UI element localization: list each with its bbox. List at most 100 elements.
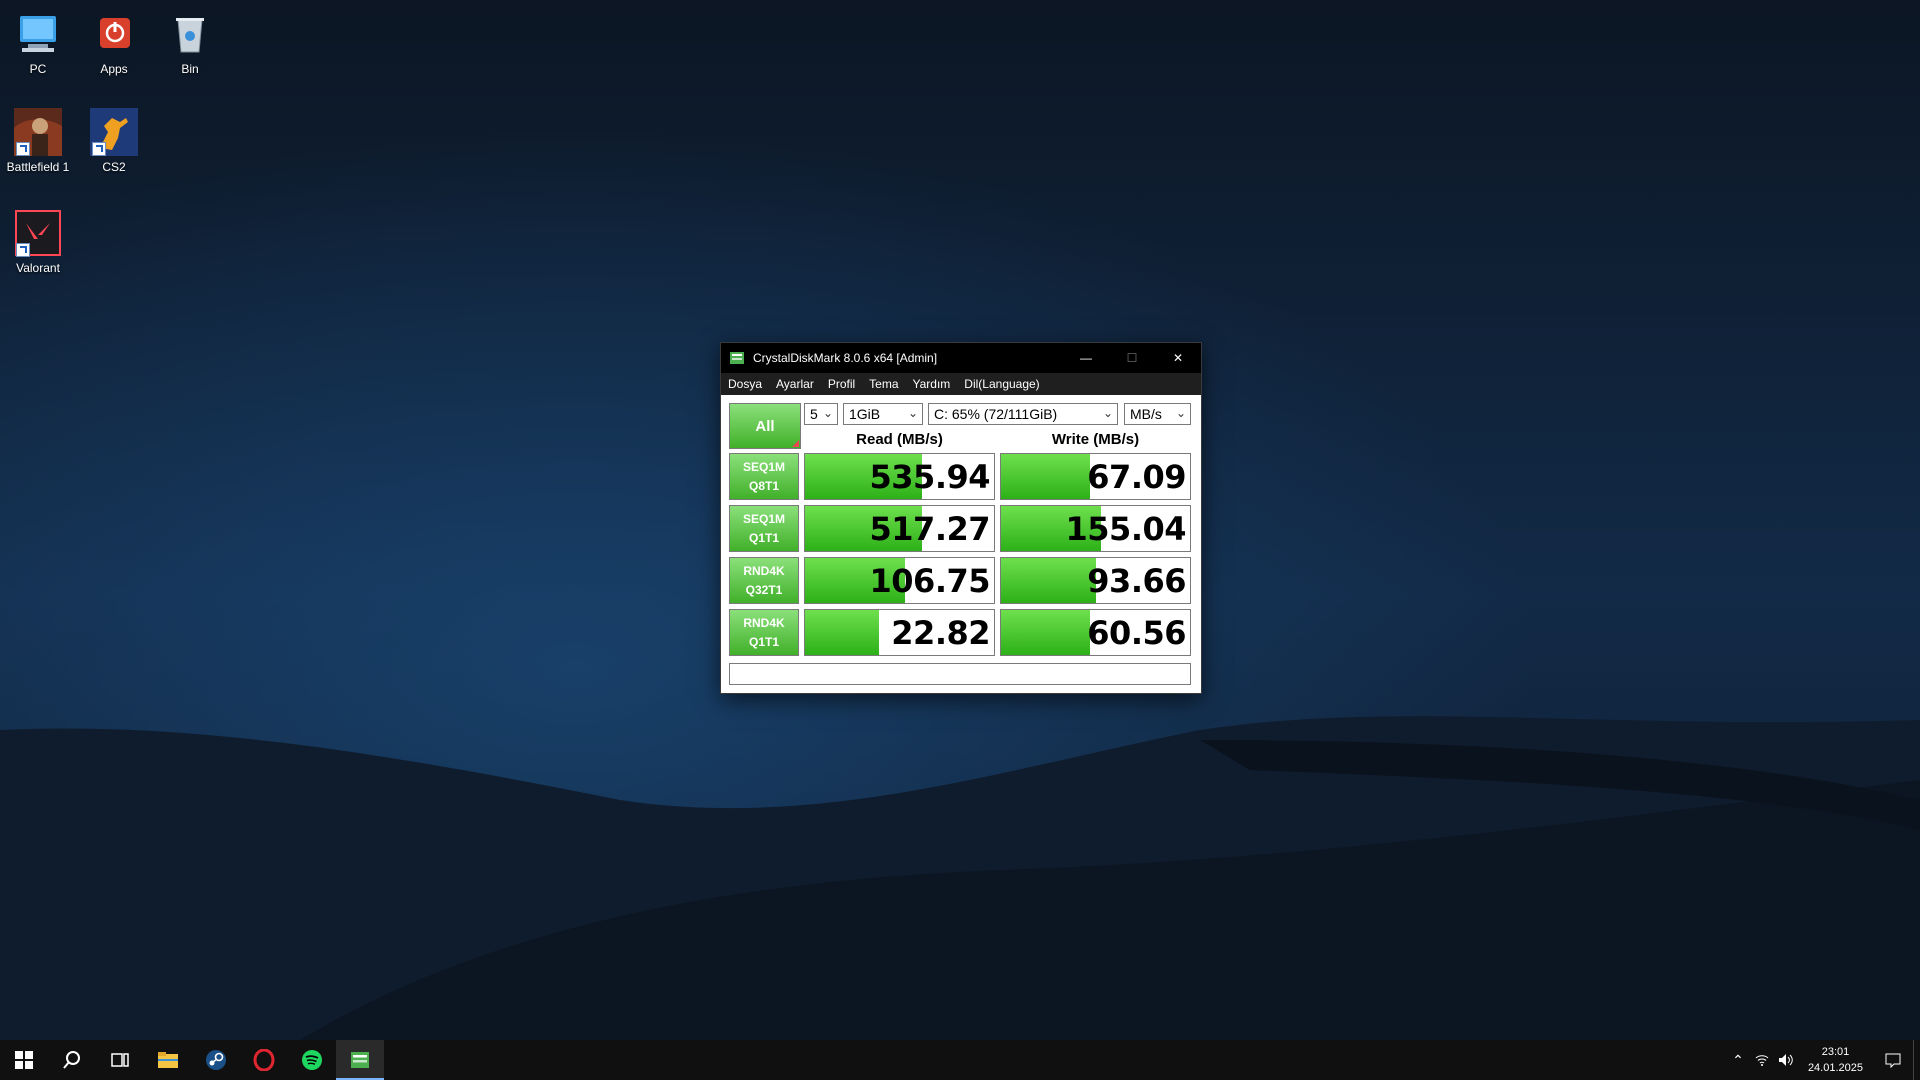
steam-icon	[206, 1050, 226, 1070]
show-desktop-button[interactable]	[1913, 1040, 1920, 1080]
unit-select[interactable]: MB/s ⌄	[1124, 403, 1191, 425]
test-params: Q32T1	[745, 582, 783, 597]
read-result-cell: 535.94	[804, 453, 995, 500]
test-count-select[interactable]: 5 ⌄	[804, 403, 838, 425]
test-button-rnd4k-q1t1[interactable]: RND4K Q1T1	[729, 609, 799, 656]
test-params: Q1T1	[748, 634, 779, 649]
write-column-header: Write (MB/s)	[1051, 431, 1140, 448]
write-value: 155.04	[1065, 509, 1187, 548]
test-button-rnd4k-q32t1[interactable]: RND4K Q32T1	[729, 557, 799, 604]
test-count-value: 5	[810, 406, 818, 422]
pc-icon	[14, 10, 62, 58]
valorant-icon	[14, 209, 62, 257]
test-size-select[interactable]: 1GiB ⌄	[843, 403, 923, 425]
read-bar	[805, 610, 879, 655]
shortcut-arrow-icon	[16, 142, 30, 156]
read-result-cell: 22.82	[804, 609, 995, 656]
test-params: Q8T1	[748, 478, 779, 493]
read-value: 535.94	[869, 457, 991, 496]
power-icon	[90, 10, 138, 58]
unit-value: MB/s	[1130, 406, 1162, 422]
shortcut-arrow-icon	[92, 142, 106, 156]
file-explorer-icon	[158, 1052, 178, 1068]
menu-dosya[interactable]: Dosya	[727, 377, 769, 391]
benchmark-panel: All 5 ⌄ 1GiB ⌄ C: 65% (72/111GiB) ⌄ MB/s…	[721, 395, 1201, 685]
all-button[interactable]: All	[729, 403, 801, 449]
test-name: SEQ1M	[742, 511, 785, 526]
desktop-icon-label: CS2	[102, 160, 126, 174]
menu-ayarlar[interactable]: Ayarlar	[769, 377, 821, 391]
test-button-seq1m-q8t1[interactable]: SEQ1M Q8T1	[729, 453, 799, 500]
menu-tema[interactable]: Tema	[862, 377, 905, 391]
clock-time: 23:01	[1821, 1046, 1850, 1058]
write-bar	[1001, 610, 1090, 655]
recycle-bin-icon	[166, 10, 214, 58]
test-params: Q1T1	[748, 530, 779, 545]
windows-logo-icon	[15, 1051, 33, 1069]
menu-yardim[interactable]: Yardım	[906, 377, 958, 391]
network-icon[interactable]	[1750, 1040, 1774, 1080]
system-tray: ⌃ 23:01 24.01.2025	[1726, 1040, 1920, 1080]
drive-select[interactable]: C: 65% (72/111GiB) ⌄	[928, 403, 1118, 425]
read-result-cell: 106.75	[804, 557, 995, 604]
write-result-cell: 60.56	[1000, 609, 1191, 656]
read-column-header: Read (MB/s)	[856, 431, 943, 448]
menu-language[interactable]: Dil(Language)	[957, 377, 1046, 391]
opera-icon	[253, 1049, 275, 1071]
menu-profil[interactable]: Profil	[821, 377, 862, 391]
task-view-button[interactable]	[96, 1040, 144, 1080]
crystaldiskmark-taskbar-button[interactable]	[336, 1040, 384, 1080]
read-result-cell: 517.27	[804, 505, 995, 552]
volume-icon[interactable]	[1774, 1040, 1798, 1080]
crystaldiskmark-icon	[351, 1052, 369, 1068]
desktop-icon-label: Battlefield 1	[6, 160, 70, 174]
read-value: 22.82	[891, 613, 990, 652]
crystaldiskmark-window: CrystalDiskMark 8.0.6 x64 [Admin] — ☐ ✕ …	[720, 342, 1202, 694]
desktop-icon-label: Bin	[181, 62, 199, 76]
desktop-icon-cs2[interactable]: CS2	[76, 108, 152, 174]
opera-button[interactable]	[240, 1040, 288, 1080]
drive-value: C: 65% (72/111GiB)	[934, 406, 1058, 422]
search-button[interactable]	[48, 1040, 96, 1080]
comment-field[interactable]	[729, 663, 1191, 685]
test-name: SEQ1M	[742, 459, 785, 474]
crystaldiskmark-app-icon	[730, 352, 744, 364]
maximize-button[interactable]: ☐	[1109, 343, 1155, 373]
test-size-value: 1GiB	[849, 406, 881, 422]
cs2-icon	[90, 108, 138, 156]
title-bar[interactable]: CrystalDiskMark 8.0.6 x64 [Admin] — ☐ ✕	[721, 343, 1201, 373]
spotify-icon	[302, 1050, 322, 1070]
desktop-icon-label: Apps	[100, 62, 128, 76]
desktop-icon-battlefield-1[interactable]: Battlefield 1	[0, 108, 76, 174]
spotify-button[interactable]	[288, 1040, 336, 1080]
write-result-cell: 67.09	[1000, 453, 1191, 500]
desktop-icon-bin[interactable]: Bin	[152, 10, 228, 76]
desktop-icon-apps[interactable]: Apps	[76, 10, 152, 76]
start-button[interactable]	[0, 1040, 48, 1080]
chevron-down-icon: ⌄	[1102, 406, 1113, 420]
window-title: CrystalDiskMark 8.0.6 x64 [Admin]	[753, 351, 938, 365]
steam-button[interactable]	[192, 1040, 240, 1080]
test-name: RND4K	[743, 615, 785, 630]
all-button-label: All	[755, 417, 775, 435]
clock-date: 24.01.2025	[1807, 1062, 1863, 1074]
test-name: RND4K	[743, 563, 785, 578]
file-explorer-button[interactable]	[144, 1040, 192, 1080]
desktop-icon-pc[interactable]: PC	[0, 10, 76, 76]
write-result-cell: 93.66	[1000, 557, 1191, 604]
shortcut-arrow-icon	[16, 243, 30, 257]
chevron-down-icon: ⌄	[907, 406, 918, 420]
show-hidden-icons-chevron-icon[interactable]: ⌃	[1726, 1040, 1750, 1080]
write-bar	[1001, 558, 1096, 603]
test-button-seq1m-q1t1[interactable]: SEQ1M Q1T1	[729, 505, 799, 552]
battlefield-1-icon	[14, 108, 62, 156]
close-button[interactable]: ✕	[1155, 343, 1201, 373]
menu-bar: Dosya Ayarlar Profil Tema Yardım Dil(Lan…	[721, 373, 1201, 395]
notifications-icon[interactable]	[1873, 1040, 1913, 1080]
desktop-icon-valorant[interactable]: Valorant	[0, 209, 76, 275]
read-value: 517.27	[869, 509, 991, 548]
minimize-button[interactable]: —	[1063, 343, 1109, 373]
taskbar: ⌃ 23:01 24.01.2025	[0, 1040, 1920, 1080]
task-view-icon	[111, 1053, 129, 1067]
clock[interactable]: 23:01 24.01.2025	[1798, 1044, 1873, 1076]
